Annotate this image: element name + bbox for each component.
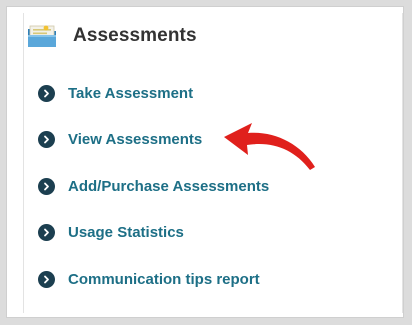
menu-item-label[interactable]: Take Assessment — [68, 85, 193, 102]
chevron-right-circle-icon — [38, 177, 55, 195]
chevron-right-circle-icon — [38, 224, 55, 241]
menu-item-usage-statistics[interactable]: Usage Statistics — [38, 217, 269, 249]
menu-item-label[interactable]: Add/Purchase Assessments — [68, 178, 269, 195]
chevron-right-circle-icon — [38, 131, 55, 148]
red-arrow-icon — [222, 115, 317, 173]
assessments-menu: Take Assessment View Assessments Add/Pur… — [38, 77, 269, 310]
page-title: Assessments — [73, 25, 197, 46]
chevron-right-circle-icon — [38, 270, 55, 288]
assessments-header: Assessments — [27, 16, 197, 56]
menu-item-label[interactable]: Communication tips report — [68, 271, 260, 288]
menu-item-add-purchase-assessments[interactable]: Add/Purchase Assessments — [38, 170, 269, 202]
folder-icon — [27, 24, 57, 48]
menu-item-label[interactable]: View Assessments — [68, 131, 202, 148]
menu-item-take-assessment[interactable]: Take Assessment — [38, 77, 269, 109]
chevron-right-circle-icon — [38, 84, 55, 102]
menu-item-communication-tips-report[interactable]: Communication tips report — [38, 263, 269, 295]
menu-item-label[interactable]: Usage Statistics — [68, 224, 184, 241]
